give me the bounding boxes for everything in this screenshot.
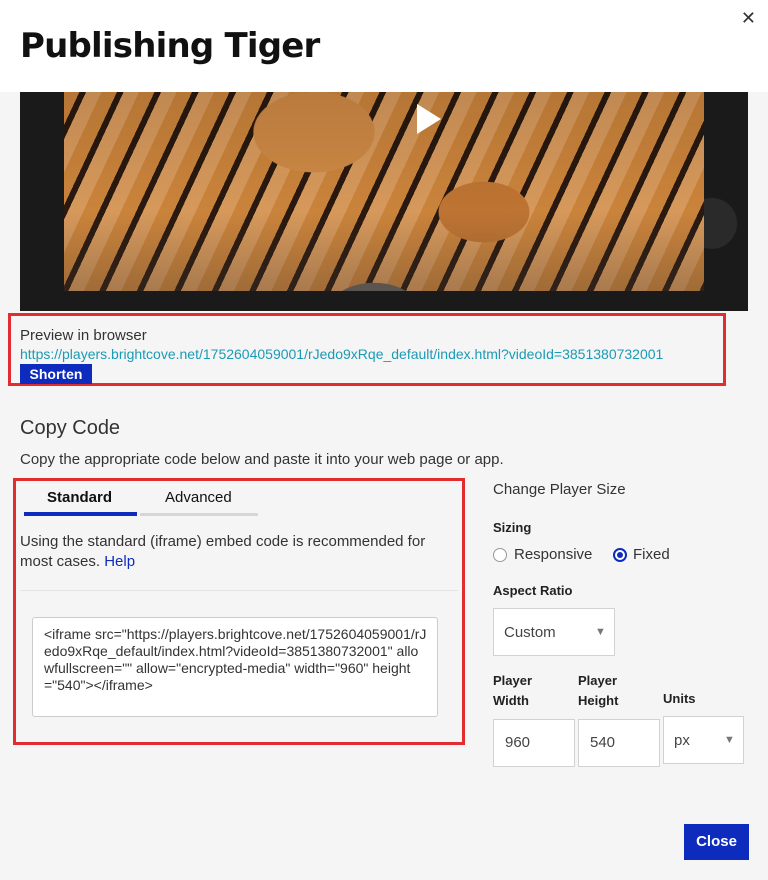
aspect-ratio-label: Aspect Ratio xyxy=(493,583,573,598)
units-label: Units xyxy=(663,691,696,706)
units-value: px xyxy=(674,732,690,749)
play-icon[interactable] xyxy=(417,104,441,134)
embed-note: Using the standard (iframe) embed code i… xyxy=(20,532,450,572)
player-height-input[interactable]: 540 xyxy=(578,719,660,767)
preview-url-link[interactable]: https://players.brightcove.net/175260405… xyxy=(20,346,663,362)
player-height-label: Player Height xyxy=(578,671,618,711)
player-height-label-line1: Player xyxy=(578,673,618,688)
embed-note-text: Using the standard (iframe) embed code i… xyxy=(20,533,426,570)
radio-responsive[interactable] xyxy=(493,548,507,562)
close-button[interactable]: Close xyxy=(684,824,749,860)
embed-code-textarea[interactable]: <iframe src="https://players.brightcove.… xyxy=(32,617,438,717)
player-width-label: Player Width xyxy=(493,671,532,711)
radio-fixed-label[interactable]: Fixed xyxy=(633,546,670,563)
video-player[interactable] xyxy=(20,92,748,311)
player-height-label-line2: Height xyxy=(578,693,619,708)
copy-code-title: Copy Code xyxy=(20,417,121,439)
units-select[interactable]: px ▼ xyxy=(663,716,744,764)
radio-responsive-label[interactable]: Responsive xyxy=(514,546,592,563)
chevron-down-icon: ▼ xyxy=(724,734,735,746)
modal-header: Publishing Tiger ✕ xyxy=(0,0,768,92)
chevron-down-icon: ▼ xyxy=(595,626,606,638)
sizing-label: Sizing xyxy=(493,520,532,535)
player-width-label-line1: Player xyxy=(493,673,533,688)
player-width-input[interactable]: 960 xyxy=(493,719,575,767)
video-poster[interactable] xyxy=(64,92,704,291)
preview-label: Preview in browser xyxy=(20,327,147,344)
radio-fixed[interactable] xyxy=(613,548,627,562)
aspect-ratio-select[interactable]: Custom ▼ xyxy=(493,608,615,656)
player-width-label-line2: Width xyxy=(493,693,529,708)
tab-advanced-underline xyxy=(140,513,258,516)
close-icon[interactable]: ✕ xyxy=(741,8,756,29)
tab-standard-underline xyxy=(24,512,137,516)
shorten-button[interactable]: Shorten xyxy=(20,364,92,384)
aspect-ratio-value: Custom xyxy=(504,624,556,641)
help-link[interactable]: Help xyxy=(104,553,135,570)
player-size-title: Change Player Size xyxy=(493,481,626,498)
tab-standard[interactable]: Standard xyxy=(47,489,112,506)
copy-code-description: Copy the appropriate code below and past… xyxy=(20,451,504,468)
divider xyxy=(20,590,458,591)
tab-advanced[interactable]: Advanced xyxy=(165,489,232,506)
page-title: Publishing Tiger xyxy=(20,26,320,66)
